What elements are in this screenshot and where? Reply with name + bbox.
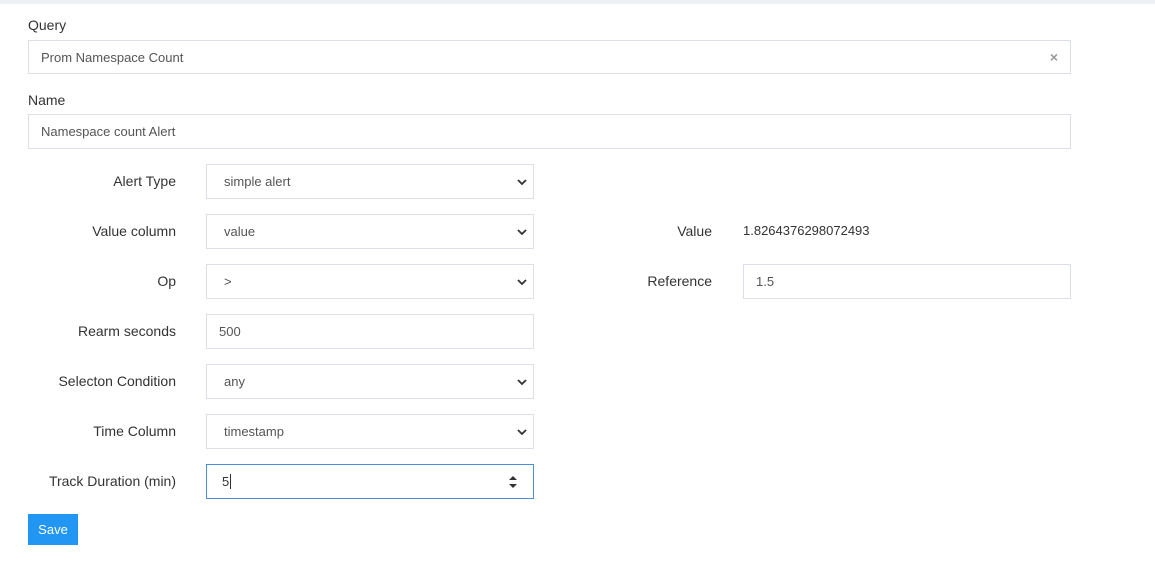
track-duration-value: 5 <box>222 474 230 489</box>
chevron-down-icon <box>517 428 527 435</box>
number-spinner-icon[interactable] <box>507 473 519 491</box>
alert-type-select[interactable]: simple alert <box>206 164 534 199</box>
current-value: 1.8264376298072493 <box>743 223 870 238</box>
name-input[interactable]: Namespace count Alert <box>28 114 1071 149</box>
track-duration-label: Track Duration (min) <box>48 473 176 489</box>
alert-type-label: Alert Type <box>113 173 176 189</box>
reference-input[interactable]: 1.5 <box>743 264 1071 299</box>
rearm-seconds-label: Rearm seconds <box>77 323 176 339</box>
query-value: Prom Namespace Count <box>41 49 184 65</box>
selection-condition-value: any <box>224 374 245 389</box>
chevron-down-icon <box>517 178 527 185</box>
reference-value: 1.5 <box>756 274 775 289</box>
track-duration-input[interactable]: 5 <box>206 464 534 499</box>
chevron-down-icon <box>517 378 527 385</box>
alert-form-panel: Query Prom Namespace Count × Name Namesp… <box>0 4 1155 570</box>
save-button[interactable]: Save <box>28 514 78 545</box>
selection-condition-select[interactable]: any <box>206 364 534 399</box>
value-label: Value <box>677 223 712 239</box>
rearm-seconds-value: 500 <box>219 324 241 339</box>
reference-label: Reference <box>647 273 712 289</box>
time-column-select[interactable]: timestamp <box>206 414 534 449</box>
text-caret <box>230 474 232 489</box>
query-label: Query <box>28 17 67 33</box>
time-column-value: timestamp <box>224 424 284 439</box>
time-column-label: Time Column <box>93 423 176 439</box>
selection-condition-label: Selecton Condition <box>58 373 176 389</box>
rearm-seconds-input[interactable]: 500 <box>206 314 534 349</box>
alert-type-value: simple alert <box>224 174 291 189</box>
name-value: Namespace count Alert <box>41 124 176 139</box>
clear-icon[interactable]: × <box>1050 49 1058 65</box>
name-label: Name <box>28 92 66 108</box>
query-select[interactable]: Prom Namespace Count × <box>28 40 1071 74</box>
